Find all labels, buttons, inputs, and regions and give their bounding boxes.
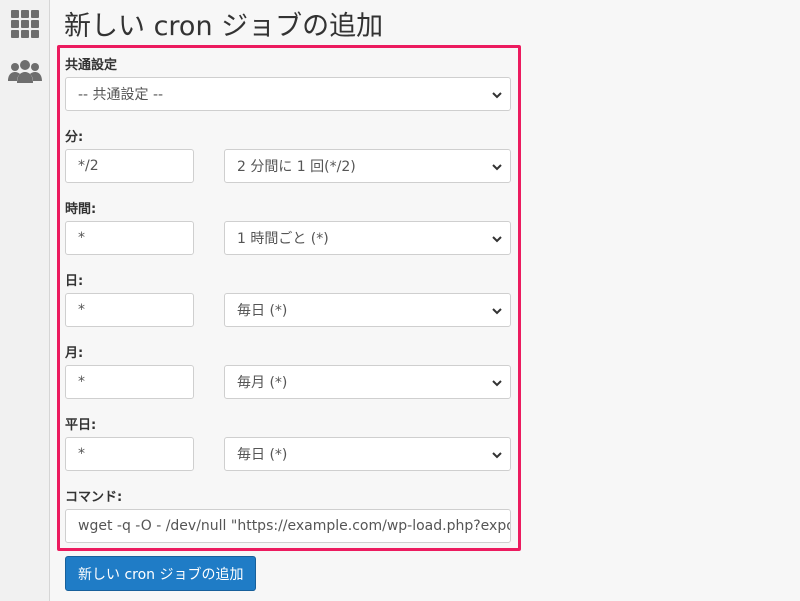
day-label: 日: xyxy=(65,274,84,289)
weekday-select-value: 毎日 (*) xyxy=(237,447,288,463)
add-cron-job-button[interactable]: 新しい cron ジョブの追加 xyxy=(65,556,257,591)
weekday-label: 平日: xyxy=(65,418,97,433)
hour-label: 時間: xyxy=(65,202,97,217)
chevron-down-icon xyxy=(492,164,502,171)
weekday-select[interactable]: 毎日 (*) xyxy=(224,437,511,471)
chevron-down-icon xyxy=(492,452,502,459)
main-content: 新しい cron ジョブの追加 共通設定 -- 共通設定 -- 分: */2 2… xyxy=(50,0,800,601)
chevron-down-icon xyxy=(492,236,502,243)
weekday-input[interactable]: * xyxy=(65,437,194,471)
hour-input[interactable]: * xyxy=(65,221,194,255)
common-settings-label: 共通設定 xyxy=(65,58,118,73)
common-settings-select[interactable]: -- 共通設定 -- xyxy=(65,77,511,111)
minute-label: 分: xyxy=(65,130,84,145)
chevron-down-icon xyxy=(492,92,502,99)
cron-form-panel: 共通設定 -- 共通設定 -- 分: */2 2 分間に 1 回(*/2) 時間… xyxy=(57,45,521,551)
hour-select[interactable]: 1 時間ごと (*) xyxy=(224,221,511,255)
common-settings-value: -- 共通設定 -- xyxy=(78,87,164,103)
month-select[interactable]: 毎月 (*) xyxy=(224,365,511,399)
month-label: 月: xyxy=(65,346,84,361)
month-select-value: 毎月 (*) xyxy=(237,375,288,391)
minute-select[interactable]: 2 分間に 1 回(*/2) xyxy=(224,149,511,183)
day-input[interactable]: * xyxy=(65,293,194,327)
chevron-down-icon xyxy=(492,380,502,387)
users-icon[interactable] xyxy=(7,54,43,90)
month-input[interactable]: * xyxy=(65,365,194,399)
minute-select-value: 2 分間に 1 回(*/2) xyxy=(237,159,356,175)
command-input[interactable]: wget -q -O - /dev/null "https://example.… xyxy=(65,509,511,543)
command-label: コマンド: xyxy=(65,490,123,505)
page-title: 新しい cron ジョブの追加 xyxy=(64,11,384,42)
left-sidebar xyxy=(0,0,50,601)
apps-grid-icon[interactable] xyxy=(7,6,43,42)
day-select[interactable]: 毎日 (*) xyxy=(224,293,511,327)
day-select-value: 毎日 (*) xyxy=(237,303,288,319)
chevron-down-icon xyxy=(492,308,502,315)
hour-select-value: 1 時間ごと (*) xyxy=(237,231,329,247)
minute-input[interactable]: */2 xyxy=(65,149,194,183)
